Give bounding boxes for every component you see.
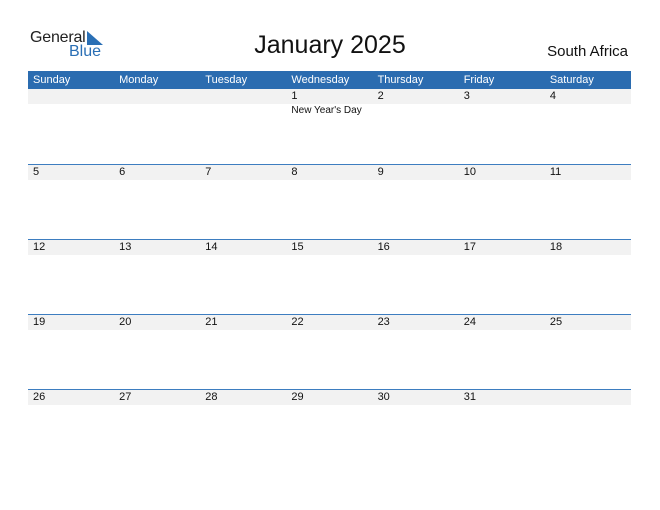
weekday-saturday: Saturday [549,74,594,86]
day-number: 3 [463,90,470,102]
day-number: 27 [119,391,132,403]
holiday-label [373,405,459,406]
day-number-strip: 1 2 3 4 [28,89,631,104]
holiday-label [286,330,372,331]
day-number: 15 [291,241,304,253]
weekday-header: Sunday Monday Tuesday Wednesday Thursday… [28,71,631,89]
day-number: 29 [291,391,304,403]
day-number: 17 [463,241,476,253]
holiday-label [200,180,286,181]
holiday-label [373,180,459,181]
holiday-label [114,330,200,331]
holiday-label [373,104,459,116]
holiday-label [200,405,286,406]
holiday-label [286,180,372,181]
day-number: 9 [377,166,384,178]
holiday-label [28,330,114,331]
country-label: South Africa [547,43,628,60]
holiday-label [200,255,286,256]
holiday-label [114,180,200,181]
day-number: 31 [463,391,476,403]
holiday-label [545,180,631,181]
day-number: 13 [119,241,132,253]
calendar-grid: Sunday Monday Tuesday Wednesday Thursday… [28,71,631,464]
day-number: 14 [205,241,218,253]
weekday-thursday: Thursday [377,74,424,86]
holiday-label [28,405,114,406]
day-number: 21 [205,316,218,328]
holiday-label [286,255,372,256]
holiday-label [286,405,372,406]
day-number: 30 [377,391,390,403]
day-number: 28 [205,391,218,403]
weekday-monday: Monday [119,74,159,86]
holiday-label [459,405,545,406]
day-number [28,89,114,104]
day-number: 7 [205,166,212,178]
day-number: 18 [549,241,563,253]
holiday-label [114,405,200,406]
events-row [28,180,631,181]
day-number: 10 [463,166,476,178]
weekday-friday: Friday [463,74,495,86]
day-number-strip: 19 20 21 22 23 24 25 [28,315,631,330]
day-number: 12 [33,241,46,253]
week-row: 19 20 21 22 23 24 25 [28,314,631,389]
week-row: 26 27 28 29 30 31 [28,389,631,464]
holiday-label [28,180,114,181]
holiday-label [200,104,286,116]
day-number: 2 [377,90,384,102]
day-number-strip: 26 27 28 29 30 31 [28,390,631,405]
holiday-label [459,330,545,331]
holiday-label [545,104,631,116]
day-number: 19 [33,316,46,328]
holiday-label [28,104,114,116]
weekday-tuesday: Tuesday [205,74,248,86]
day-number [200,89,286,104]
day-number [545,390,631,405]
day-number-strip: 12 13 14 15 16 17 18 [28,240,631,255]
day-number: 26 [33,391,46,403]
events-row [28,405,631,406]
holiday-label [459,180,545,181]
holiday-label [28,255,114,256]
day-number: 8 [291,166,298,178]
events-row [28,330,631,331]
day-number [114,89,200,104]
holiday-label [114,255,200,256]
weekday-wednesday: Wednesday [291,74,350,86]
day-number: 16 [377,241,390,253]
day-number: 5 [33,166,40,178]
holiday-label [545,405,631,406]
week-row: 12 13 14 15 16 17 18 [28,239,631,314]
holiday-label [459,255,545,256]
day-number-strip: 5 6 7 8 9 10 11 [28,165,631,180]
day-number: 23 [377,316,390,328]
holiday-label [373,330,459,331]
day-number: 1 [291,90,298,102]
week-row: 1 2 3 4 New Year's Day [28,89,631,164]
holiday-label [373,255,459,256]
day-number: 4 [549,90,556,102]
day-number: 25 [549,316,563,328]
day-number: 11 [549,166,562,178]
day-number: 6 [119,166,126,178]
week-row: 5 6 7 8 9 10 11 [28,164,631,239]
weekday-sunday: Sunday [33,74,71,86]
holiday-label [200,330,286,331]
weeks-container: 1 2 3 4 New Year's Day 5 6 7 8 9 10 11 12 13 14 15 16 17 1… [28,89,631,464]
holiday-label [545,255,631,256]
events-row [28,255,631,256]
events-row: New Year's Day [28,104,631,116]
holiday-label [114,104,200,116]
day-number: 24 [463,316,476,328]
holiday-label: New Year's Day [291,105,362,116]
holiday-label [545,330,631,331]
day-number: 22 [291,316,304,328]
day-number: 20 [119,316,132,328]
holiday-label [459,104,545,116]
